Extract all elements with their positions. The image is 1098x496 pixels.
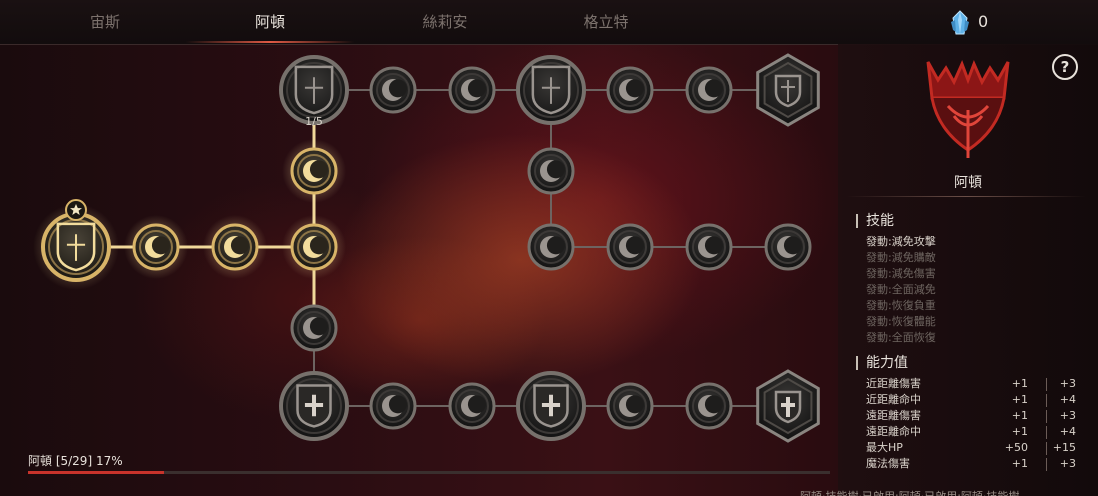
skill-node-b7[interactable] — [756, 369, 820, 443]
skill-node-t4[interactable] — [516, 55, 586, 125]
skill-node-m5[interactable] — [764, 223, 812, 271]
stat-separator — [1046, 378, 1047, 391]
stat-name: 遠距離命中 — [866, 425, 921, 438]
stat-next: +3 — [1059, 377, 1076, 390]
skill-node-b4[interactable] — [516, 371, 586, 441]
stat-separator — [1046, 426, 1047, 439]
skill-item: 發動:減免購敵 — [866, 251, 936, 264]
stat-current: +1 — [1011, 425, 1028, 438]
panel-divider — [846, 196, 1086, 197]
skill-node-b6[interactable] — [685, 382, 733, 430]
progress-fill — [28, 471, 165, 474]
stat-name: 魔法傷害 — [866, 457, 910, 470]
node-counter: 1/5 — [305, 115, 323, 128]
stats-title: 能力值 — [856, 356, 908, 370]
skill-item: 發動:恢復體能 — [866, 315, 936, 328]
stat-name: 近距離傷害 — [866, 377, 921, 390]
skill-node-t7[interactable] — [756, 53, 820, 127]
stat-next: +3 — [1059, 457, 1076, 470]
skill-item: 發動:減免傷害 — [866, 267, 936, 280]
blue-crystal-icon — [951, 10, 969, 35]
skill-node-t3[interactable] — [448, 66, 496, 114]
stat-name: 遠距離傷害 — [866, 409, 921, 422]
skill-item: 發動:恢復負重 — [866, 299, 936, 312]
game-screen: 宙斯 阿頓 絲莉安 格立特 0 1/5 ? 阿頓 技能 發動:減免攻擊 發動:減… — [0, 0, 1098, 496]
progress-bar — [28, 471, 830, 474]
skill-node-a1[interactable] — [124, 215, 188, 279]
tab-zeus[interactable]: 宙斯 — [30, 8, 180, 42]
skill-node-a2[interactable] — [203, 215, 267, 279]
stat-separator — [1046, 458, 1047, 471]
bottom-status-text: 阿頓·技能樹·已啟用:阿頓·已啟用:阿頓·技能樹 — [800, 488, 1019, 496]
skill-item: 發動:全面恢復 — [866, 331, 936, 344]
tab-silian[interactable]: 絲莉安 — [360, 8, 530, 42]
skills-title: 技能 — [856, 214, 894, 228]
tab-glitter[interactable]: 格立特 — [528, 8, 684, 42]
progress-label: 阿頓 [5/29] 17% — [28, 454, 123, 468]
stat-name: 近距離命中 — [866, 393, 921, 406]
tab-aton[interactable]: 阿頓 — [186, 8, 354, 43]
skill-item: 發動:減免攻擊 — [866, 235, 936, 248]
skill-node-m2[interactable] — [527, 223, 575, 271]
stat-separator — [1046, 410, 1047, 423]
skill-node-t6[interactable] — [685, 66, 733, 114]
skill-node-m1[interactable] — [527, 147, 575, 195]
skill-node-m4[interactable] — [685, 223, 733, 271]
stat-current: +1 — [1011, 409, 1028, 422]
stat-separator — [1046, 394, 1047, 407]
help-button[interactable]: ? — [1052, 54, 1078, 80]
skill-item: 發動:全面減免 — [866, 283, 936, 296]
skill-node-b2[interactable] — [369, 382, 417, 430]
skill-node-b3[interactable] — [448, 382, 496, 430]
skill-node-t5[interactable] — [606, 66, 654, 114]
skill-tree: 1/5 — [0, 44, 838, 464]
stat-current: +1 — [1011, 377, 1028, 390]
stat-name: 最大HP — [866, 441, 903, 454]
skill-node-start[interactable] — [33, 199, 119, 290]
stat-separator — [1046, 442, 1047, 455]
stat-current: +1 — [1011, 457, 1028, 470]
stat-next: +3 — [1059, 409, 1076, 422]
skill-node-a3[interactable] — [282, 215, 346, 279]
stat-next: +15 — [1052, 441, 1076, 454]
skill-node-b1[interactable] — [279, 371, 349, 441]
stat-current: +50 — [1004, 441, 1028, 454]
skill-node-dn1[interactable] — [290, 304, 338, 352]
star-badge-icon — [65, 199, 87, 221]
stat-current: +1 — [1011, 393, 1028, 406]
skill-node-up1[interactable] — [282, 139, 346, 203]
red-flame-crown-emblem — [926, 60, 1010, 158]
skill-tree-canvas: 1/5 — [33, 53, 820, 443]
top-tab-bar: 宙斯 阿頓 絲莉安 格立特 0 — [0, 0, 1098, 45]
stat-next: +4 — [1059, 425, 1076, 438]
character-name: 阿頓 — [954, 175, 982, 191]
skill-node-b5[interactable] — [606, 382, 654, 430]
skill-node-t2[interactable] — [369, 66, 417, 114]
skill-node-t1[interactable] — [279, 55, 349, 125]
stat-next: +4 — [1059, 393, 1076, 406]
skill-node-m3[interactable] — [606, 223, 654, 271]
crystal-count: 0 — [978, 12, 989, 31]
